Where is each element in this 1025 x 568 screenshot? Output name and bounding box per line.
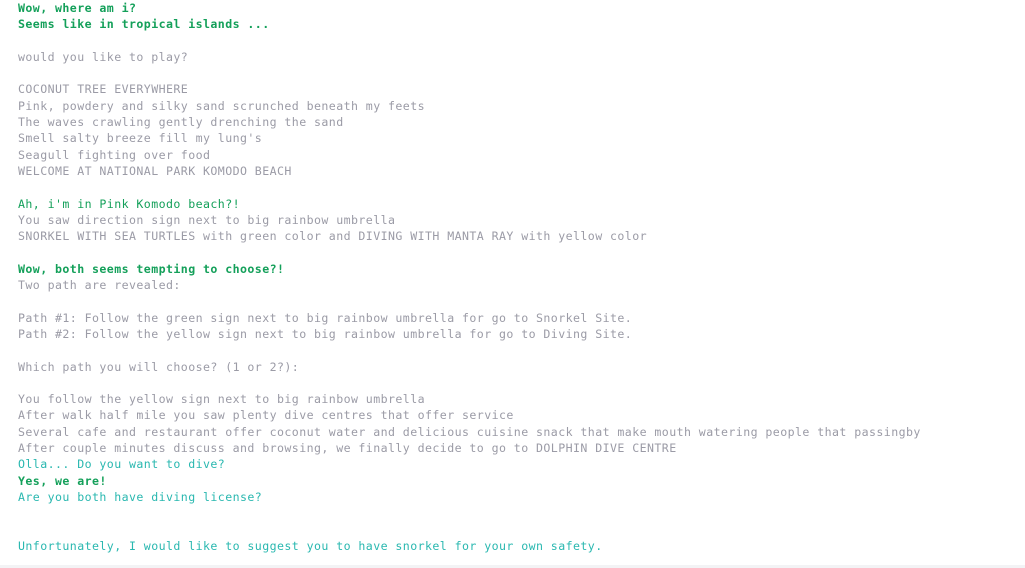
console-line: Path #2: Follow the yellow sign next to … <box>18 326 633 341</box>
console-line: Are you both have diving license? <box>18 489 263 504</box>
console-line: WELCOME AT NATIONAL PARK KOMODO BEACH <box>18 163 292 178</box>
console-line: Which path you will choose? (1 or 2?): <box>18 359 300 374</box>
terminal-output: Wow, where am i? Seems like in tropical i… <box>0 0 1025 568</box>
console-line: Wow, both seems tempting to choose?! <box>18 261 285 276</box>
console-line: Ah, i'm in Pink Komodo beach?! <box>18 196 241 211</box>
console-line: Seems like in tropical islands ... <box>18 17 270 32</box>
console-line: would you like to play? <box>18 49 189 64</box>
console-line: Seagull fighting over food <box>18 147 211 162</box>
console-line: Smell salty breeze fill my lung's <box>18 131 263 146</box>
console-line: You saw direction sign next to big rainb… <box>18 212 396 227</box>
console-line: Wow, where am i? <box>18 1 137 15</box>
console-line: After walk half mile you saw plenty dive… <box>18 408 514 423</box>
console-lines: Wow, where am i? Seems like in tropical i… <box>18 0 921 554</box>
console-line: Path #1: Follow the green sign next to b… <box>18 310 633 325</box>
console-line: Unfortunately, I would like to suggest y… <box>18 538 603 553</box>
console-line: Two path are revealed: <box>18 278 181 293</box>
console-line: COCONUT TREE EVERYWHERE <box>18 82 189 97</box>
console-line: Yes, we are! <box>18 473 107 488</box>
console-line: Several cafe and restaurant offer coconu… <box>18 424 921 439</box>
console-line: Olla... Do you want to dive? <box>18 457 226 472</box>
console-line: SNORKEL WITH SEA TURTLES with green colo… <box>18 229 648 244</box>
console-line: You follow the yellow sign next to big r… <box>18 392 426 407</box>
console-line: After couple minutes discuss and browsin… <box>18 441 677 456</box>
console-line: The waves crawling gently drenching the … <box>18 115 344 130</box>
console-line: Pink, powdery and silky sand scrunched b… <box>18 98 426 113</box>
